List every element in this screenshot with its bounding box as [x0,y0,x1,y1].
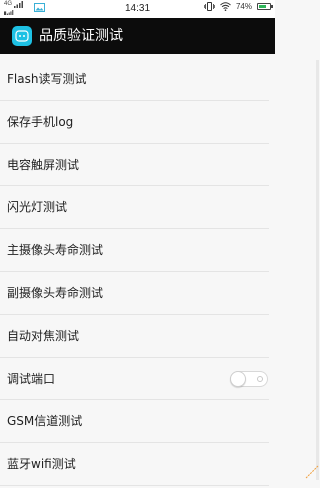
vibrate-icon [203,2,215,11]
list-item-touchscreen-test[interactable]: 电容触屏测试 [0,143,269,187]
watermark-icon [305,465,319,479]
list-item-flash-rw-test[interactable]: Flash读写测试 [0,58,269,101]
list-item-save-log[interactable]: 保存手机log [0,100,269,144]
toggle-off-indicator-icon [257,375,263,382]
debug-port-toggle[interactable] [230,370,268,387]
list-item-label: Flash读写测试 [7,72,87,86]
list-item-label: 副摄像头寿命测试 [7,285,104,300]
list-item-label: GSM信道测试 [7,414,83,429]
list-item-label: 蓝牙wifi测试 [7,457,76,472]
list-item-main-camera-life-test[interactable]: 主摄像头寿命测试 [0,229,269,272]
test-list: Flash读写测试 保存手机log 电容触屏测试 闪光灯测试 主摄像头寿命测试 … [0,58,269,486]
app-header: 品质验证测试 [0,18,275,54]
battery-percent-label: 74% [235,2,252,11]
list-item-label: 电容触屏测试 [7,157,80,172]
list-item-debug-port: 调试端口 [0,357,269,401]
list-item-sub-camera-life-test[interactable]: 副摄像头寿命测试 [0,271,269,315]
wifi-icon [220,2,231,11]
list-item-label: 自动对焦测试 [7,328,80,343]
app-logo-icon [12,26,32,46]
status-bar: 4G 14:31 74% [0,0,275,18]
list-item-label: 调试端口 [7,371,56,386]
list-item-gsm-channel-test[interactable]: GSM信道测试 [0,400,269,444]
toggle-knob [230,370,246,387]
page-title: 品质验证测试 [39,28,123,44]
list-item-label: 主摄像头寿命测试 [7,243,104,258]
list-item-label: 闪光灯测试 [7,200,68,215]
list-item-label: 保存手机log [7,114,74,129]
scrollbar[interactable] [316,60,319,480]
list-item-autofocus-test[interactable]: 自动对焦测试 [0,314,269,358]
list-item-flashlight-test[interactable]: 闪光灯测试 [0,186,269,230]
list-item-bluetooth-wifi-test[interactable]: 蓝牙wifi测试 [0,443,269,486]
battery-icon [257,3,273,10]
